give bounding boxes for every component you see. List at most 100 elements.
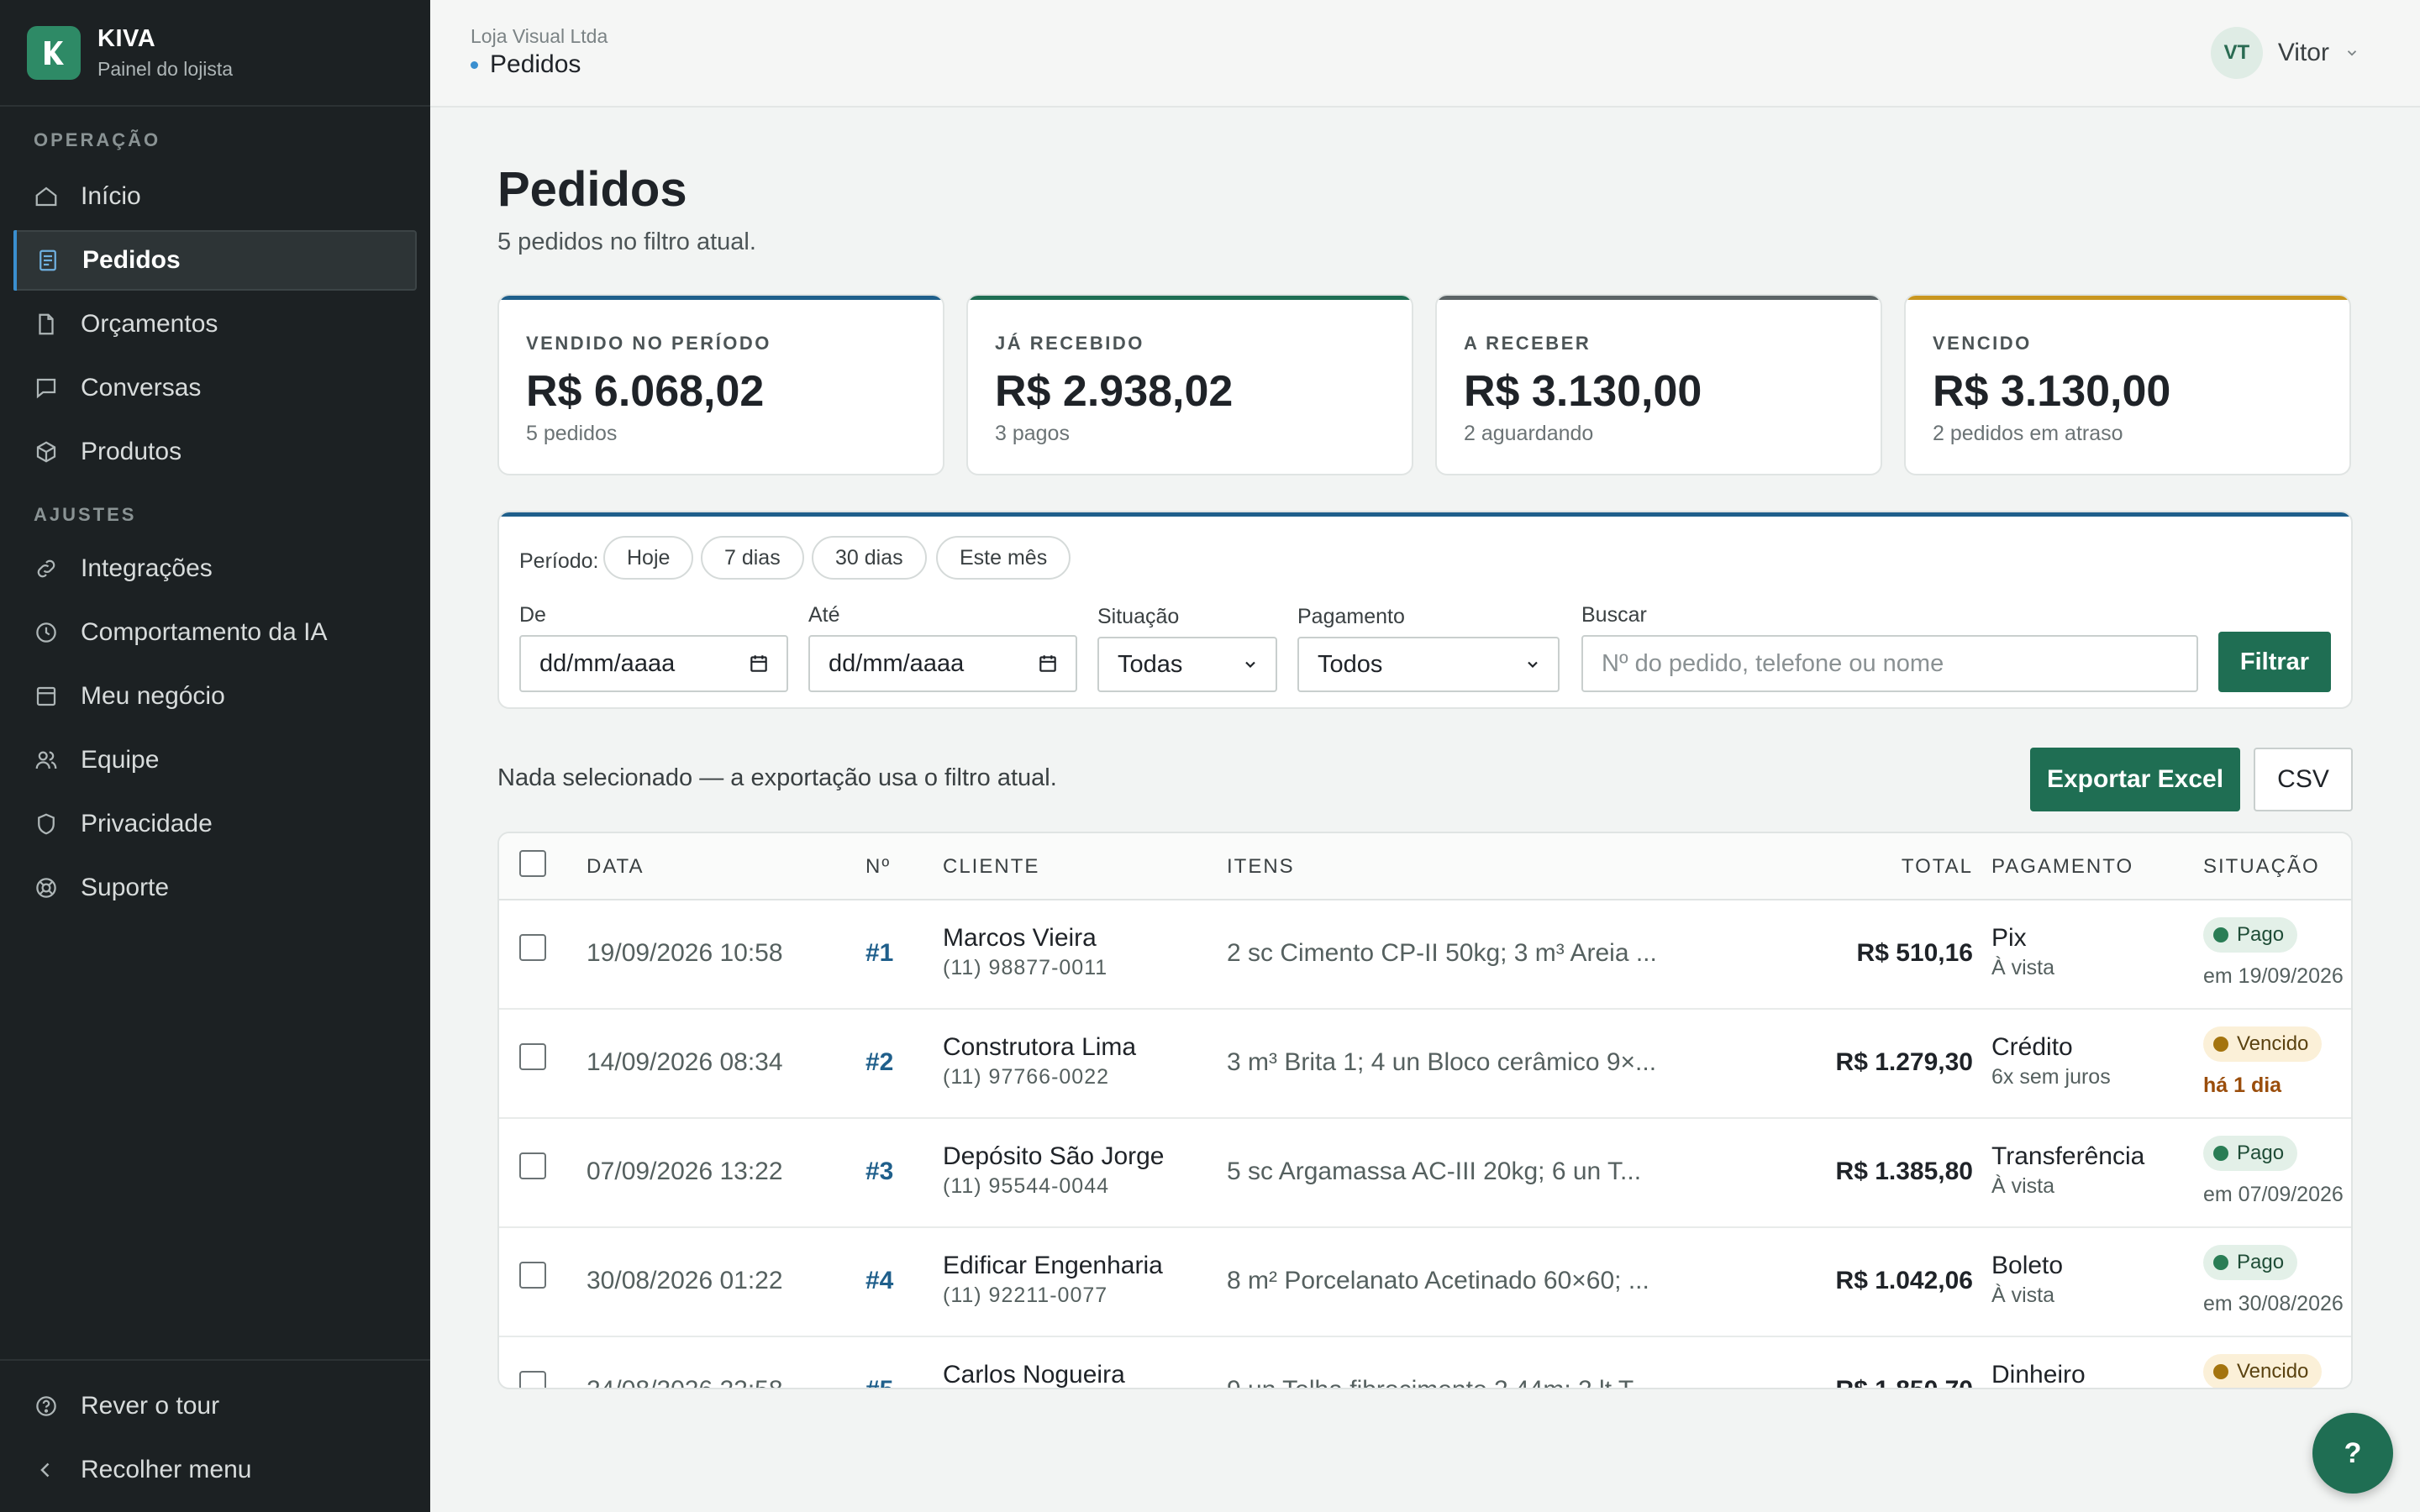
app-name: KIVA xyxy=(97,24,156,52)
order-date: 14/09/2026 08:34 xyxy=(587,1048,783,1076)
search-input[interactable]: Nº do pedido, telefone ou nome xyxy=(1581,635,2198,692)
payment-terms: À vista xyxy=(1991,1174,2055,1198)
sidebar-item-equipe[interactable]: Equipe xyxy=(13,730,417,790)
sidebar-item-orcamentos[interactable]: Orçamentos xyxy=(13,294,417,354)
recolher-menu-button[interactable]: Recolher menu xyxy=(13,1440,417,1500)
sidebar-item-label: Equipe xyxy=(81,746,160,774)
status-label: Situação xyxy=(1097,605,1180,628)
brand[interactable]: KIVA Painel do lojista xyxy=(0,0,430,107)
document-icon xyxy=(39,313,54,335)
chip-este-mes[interactable]: Este mês xyxy=(936,536,1071,580)
select-all-checkbox[interactable] xyxy=(519,850,546,877)
payment-select-value: Todos xyxy=(1318,650,1383,678)
column-header-payment[interactable]: PAGAMENTO xyxy=(1991,855,2133,879)
order-number-link[interactable]: #2 xyxy=(865,1048,893,1077)
sidebar-item-suporte[interactable]: Suporte xyxy=(13,858,417,918)
kiva-logo-icon xyxy=(27,25,81,80)
column-header-items[interactable]: ITENS xyxy=(1227,855,1295,879)
client-name: Carlos Nogueira xyxy=(943,1361,1125,1389)
payment-select[interactable]: Todos xyxy=(1297,637,1560,692)
client-phone: (11) 92211-0077 xyxy=(943,1284,1108,1307)
order-number-link[interactable]: #1 xyxy=(865,939,893,968)
orders-table: DATA Nº CLIENTE ITENS TOTAL PAGAMENTO SI… xyxy=(497,832,2353,1389)
kpi-label: VENCIDO xyxy=(1933,333,2032,354)
column-header-status[interactable]: SITUAÇÃO xyxy=(2203,855,2320,879)
avatar: VT xyxy=(2210,27,2263,79)
kpi-value: R$ 3.130,00 xyxy=(1933,367,2171,416)
calendar-icon xyxy=(1039,655,1056,672)
kpi-card-vencido: VENCIDO R$ 3.130,00 2 pedidos em atraso xyxy=(1904,294,2351,475)
sidebar-item-label: Suporte xyxy=(81,874,170,901)
row-checkbox[interactable] xyxy=(519,1262,546,1289)
sidebar-item-label: Integrações xyxy=(81,554,213,582)
export-csv-button[interactable]: CSV xyxy=(2254,748,2353,811)
kpi-note: 2 aguardando xyxy=(1464,422,1594,445)
sidebar-item-meu-negocio[interactable]: Meu negócio xyxy=(13,666,417,727)
lifebuoy-icon xyxy=(36,878,56,898)
export-excel-button[interactable]: Exportar Excel xyxy=(2030,748,2240,811)
rever-tour-button[interactable]: Rever o tour xyxy=(13,1376,417,1436)
row-checkbox[interactable] xyxy=(519,1371,546,1388)
user-name: Vitor xyxy=(2277,39,2329,66)
sidebar-item-integracoes[interactable]: Integrações xyxy=(13,538,417,599)
sidebar-footer: Rever o tour Recolher menu xyxy=(0,1359,430,1512)
help-button[interactable]: ? xyxy=(2312,1413,2393,1494)
table-row[interactable]: 07/09/2026 13:22 #3 Depósito São Jorge (11)… xyxy=(499,1119,2351,1228)
status-label: Pago xyxy=(2237,1142,2285,1164)
column-header-number[interactable]: Nº xyxy=(865,855,891,879)
sidebar-item-pedidos[interactable]: Pedidos xyxy=(13,230,417,291)
row-checkbox[interactable] xyxy=(519,1043,546,1070)
shield-icon xyxy=(38,813,55,835)
order-date: 24/08/2026 22:58 xyxy=(587,1376,783,1388)
sidebar-item-comportamento-ia[interactable]: Comportamento da IA xyxy=(13,602,417,663)
table-row[interactable]: 14/09/2026 08:34 #2 Construtora Lima (11) 9… xyxy=(499,1010,2351,1119)
payment-method: Pix xyxy=(1991,924,2027,952)
sidebar-item-privacidade[interactable]: Privacidade xyxy=(13,794,417,854)
rever-tour-label: Rever o tour xyxy=(81,1392,220,1420)
sidebar-item-inicio[interactable]: Início xyxy=(13,166,417,227)
sidebar-item-label: Produtos xyxy=(81,438,182,465)
kpi-label: A RECEBER xyxy=(1464,333,1591,354)
column-header-date[interactable]: DATA xyxy=(587,855,644,879)
client-phone: (11) 97766-0022 xyxy=(943,1065,1110,1089)
sidebar-item-label: Pedidos xyxy=(82,246,181,274)
filter-button[interactable]: Filtrar xyxy=(2218,632,2331,692)
order-total: R$ 1.850,70 xyxy=(1763,1376,1973,1388)
kpi-card-a-receber: A RECEBER R$ 3.130,00 2 aguardando xyxy=(1435,294,1882,475)
status-select[interactable]: Todas xyxy=(1097,637,1277,692)
table-row[interactable]: 19/09/2026 10:58 #1 Marcos Vieira (11) 9887… xyxy=(499,900,2351,1010)
clock-icon xyxy=(36,622,56,643)
sidebar-item-produtos[interactable]: Produtos xyxy=(13,422,417,482)
column-header-total[interactable]: TOTAL xyxy=(1763,855,1973,879)
status-dot-icon xyxy=(2213,1255,2228,1270)
date-from-input[interactable]: dd/mm/aaaa xyxy=(519,635,788,692)
status-label: Pago xyxy=(2237,923,2285,946)
order-number-link[interactable]: #4 xyxy=(865,1267,893,1295)
chat-icon xyxy=(36,378,56,399)
order-number-link[interactable]: #3 xyxy=(865,1158,893,1186)
payment-terms: À vista xyxy=(1991,956,2055,979)
column-header-client[interactable]: CLIENTE xyxy=(943,855,1039,879)
search-placeholder: Nº do pedido, telefone ou nome xyxy=(1602,649,1944,677)
table-row[interactable]: 24/08/2026 22:58#5Carlos Nogueira(11) 91… xyxy=(499,1337,2351,1389)
order-date: 19/09/2026 10:58 xyxy=(587,939,783,967)
chip-hoje[interactable]: Hoje xyxy=(603,536,694,580)
date-to-input[interactable]: dd/mm/aaaa xyxy=(808,635,1077,692)
row-checkbox[interactable] xyxy=(519,1152,546,1179)
kpi-label: VENDIDO NO PERÍODO xyxy=(526,333,771,354)
order-items: 9 un Telha fibrocimento 2,44m; 2 lt T... xyxy=(1227,1376,1652,1388)
chip-7-dias[interactable]: 7 dias xyxy=(701,536,804,580)
user-menu[interactable]: VT Vitor xyxy=(2210,27,2360,79)
table-row[interactable]: 30/08/2026 01:22 #4 Edificar Engenharia (11… xyxy=(499,1228,2351,1337)
export-note: Nada selecionado — a exportação usa o fi… xyxy=(497,764,1057,791)
status-detail: em 30/08/2026 xyxy=(2203,1292,2344,1315)
order-number-link[interactable]: #5 xyxy=(865,1376,893,1388)
sidebar-item-conversas[interactable]: Conversas xyxy=(13,358,417,418)
order-date: 07/09/2026 13:22 xyxy=(587,1158,783,1185)
status-detail: em 07/09/2026 xyxy=(2203,1183,2344,1206)
help-circle-icon xyxy=(36,1396,56,1416)
chip-30-dias[interactable]: 30 dias xyxy=(812,536,927,580)
calendar-icon xyxy=(750,655,767,672)
status-dot-icon xyxy=(2213,1364,2228,1379)
row-checkbox[interactable] xyxy=(519,934,546,961)
